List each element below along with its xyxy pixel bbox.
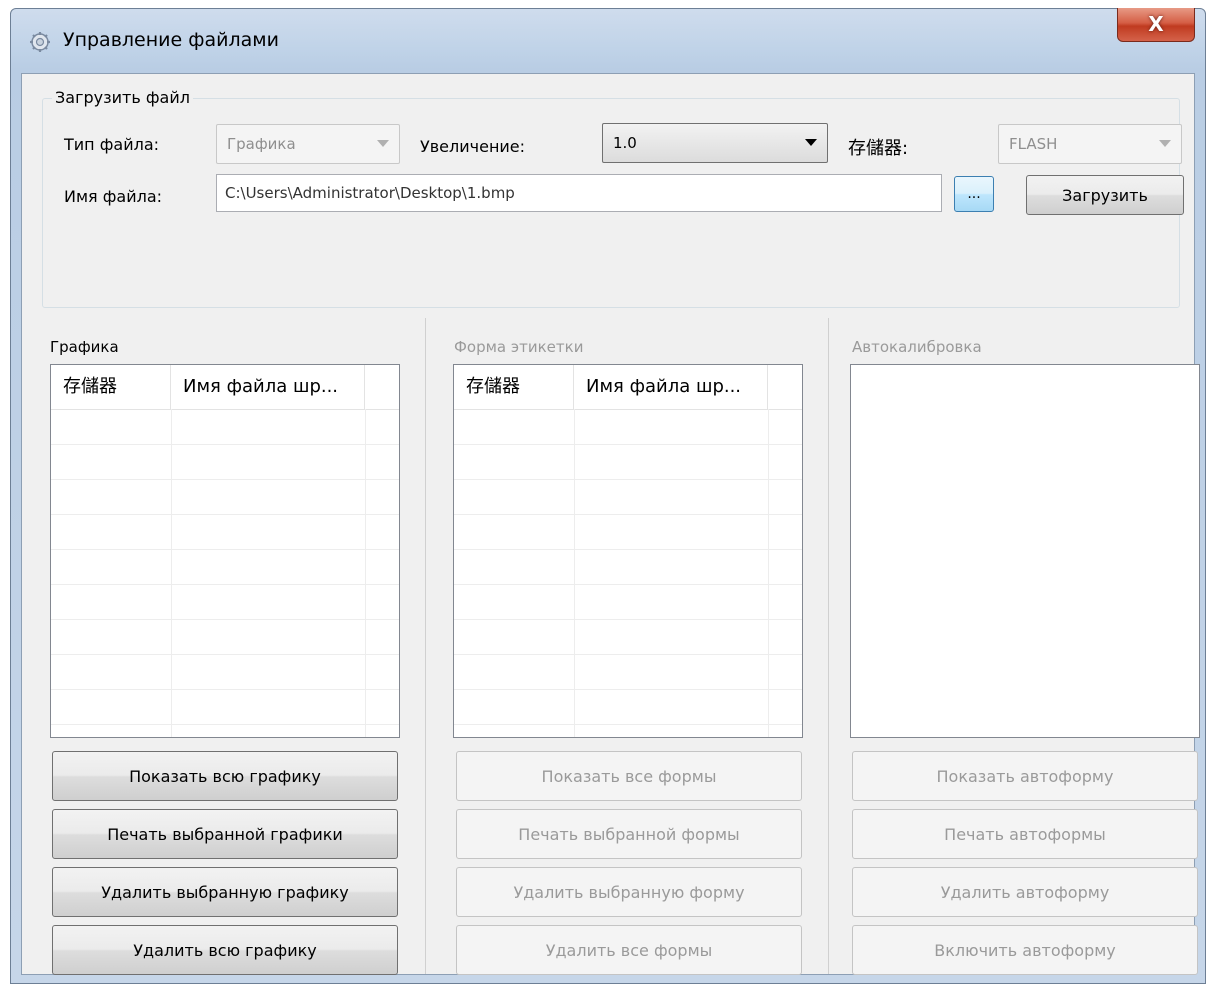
table-row[interactable] — [51, 479, 399, 515]
table-row[interactable] — [454, 619, 802, 655]
table-row[interactable] — [454, 409, 802, 445]
table-row[interactable] — [454, 444, 802, 480]
file-name-input[interactable] — [216, 174, 942, 212]
table-row[interactable] — [51, 409, 399, 445]
close-button[interactable]: X — [1117, 8, 1195, 42]
table-row[interactable] — [51, 654, 399, 690]
graphics-col-storage[interactable]: 存儲器 — [51, 365, 171, 409]
file-name-label: Имя файла: — [64, 187, 163, 206]
table-row[interactable] — [51, 549, 399, 585]
gear-icon — [30, 32, 50, 52]
file-type-value: Графика — [227, 135, 296, 153]
table-row[interactable] — [454, 549, 802, 585]
zoom-select[interactable]: 1.0 — [602, 123, 828, 163]
window-title: Управление файлами — [63, 29, 279, 51]
enable-autoform-button[interactable]: Включить автоформу — [852, 925, 1198, 975]
file-type-label: Тип файла: — [64, 135, 160, 154]
table-row[interactable] — [454, 689, 802, 725]
chevron-down-icon — [377, 140, 389, 147]
table-row[interactable] — [51, 444, 399, 480]
title-bar: Управление файлами X — [11, 8, 1205, 73]
show-all-forms-button[interactable]: Показать все формы — [456, 751, 802, 801]
delete-all-graphics-button[interactable]: Удалить всю графику — [52, 925, 398, 975]
load-file-group-label: Загрузить файл — [52, 88, 193, 107]
window-client-area: Загрузить файл Тип файла: Графика Увелич… — [21, 73, 1200, 975]
chevron-down-icon — [1159, 140, 1171, 147]
table-row[interactable] — [454, 654, 802, 690]
table-row[interactable] — [454, 584, 802, 620]
show-all-graphics-button[interactable]: Показать всю графику — [52, 751, 398, 801]
storage-value: FLASH — [1009, 135, 1058, 153]
table-row[interactable] — [454, 479, 802, 515]
zoom-label: Увеличение: — [420, 137, 526, 156]
file-management-window: Управление файлами X Загрузить файл Тип … — [10, 8, 1206, 984]
graphics-col-filename[interactable]: Имя файла шр... — [171, 365, 365, 409]
label-form-list-header: 存儲器 Имя файла шр... — [454, 365, 802, 410]
table-row[interactable] — [51, 514, 399, 550]
storage-label: 存儲器: — [848, 138, 909, 159]
delete-selected-graphic-button[interactable]: Удалить выбранную графику — [52, 867, 398, 917]
browse-button[interactable]: ... — [954, 176, 994, 212]
section-divider — [828, 318, 829, 974]
print-autoform-button[interactable]: Печать автоформы — [852, 809, 1198, 859]
autocal-section-title: Автокалибровка — [852, 338, 982, 356]
close-icon: X — [1148, 12, 1164, 36]
delete-selected-form-button[interactable]: Удалить выбранную форму — [456, 867, 802, 917]
table-row[interactable] — [51, 584, 399, 620]
show-autoform-button[interactable]: Показать автоформу — [852, 751, 1198, 801]
storage-select[interactable]: FLASH — [998, 124, 1182, 164]
file-type-select[interactable]: Графика — [216, 124, 400, 164]
upload-button[interactable]: Загрузить — [1026, 175, 1184, 215]
label-form-list[interactable]: 存儲器 Имя файла шр... — [453, 364, 803, 738]
delete-autoform-button[interactable]: Удалить автоформу — [852, 867, 1198, 917]
print-selected-form-button[interactable]: Печать выбранной формы — [456, 809, 802, 859]
zoom-value: 1.0 — [613, 134, 637, 152]
label-form-col-filename[interactable]: Имя файла шр... — [574, 365, 768, 409]
delete-all-forms-button[interactable]: Удалить все формы — [456, 925, 802, 975]
table-row[interactable] — [454, 514, 802, 550]
table-row[interactable] — [51, 689, 399, 725]
section-divider — [425, 318, 426, 974]
autocal-list[interactable] — [850, 364, 1200, 738]
print-selected-graphic-button[interactable]: Печать выбранной графики — [52, 809, 398, 859]
graphics-list-header: 存儲器 Имя файла шр... — [51, 365, 399, 410]
table-row[interactable] — [51, 619, 399, 655]
label-form-col-storage[interactable]: 存儲器 — [454, 365, 574, 409]
graphics-section-title: Графика — [50, 338, 119, 356]
chevron-down-icon — [805, 139, 817, 146]
graphics-list[interactable]: 存儲器 Имя файла шр... — [50, 364, 400, 738]
file-name-field[interactable] — [217, 175, 941, 211]
label-form-section-title: Форма этикетки — [454, 338, 584, 356]
